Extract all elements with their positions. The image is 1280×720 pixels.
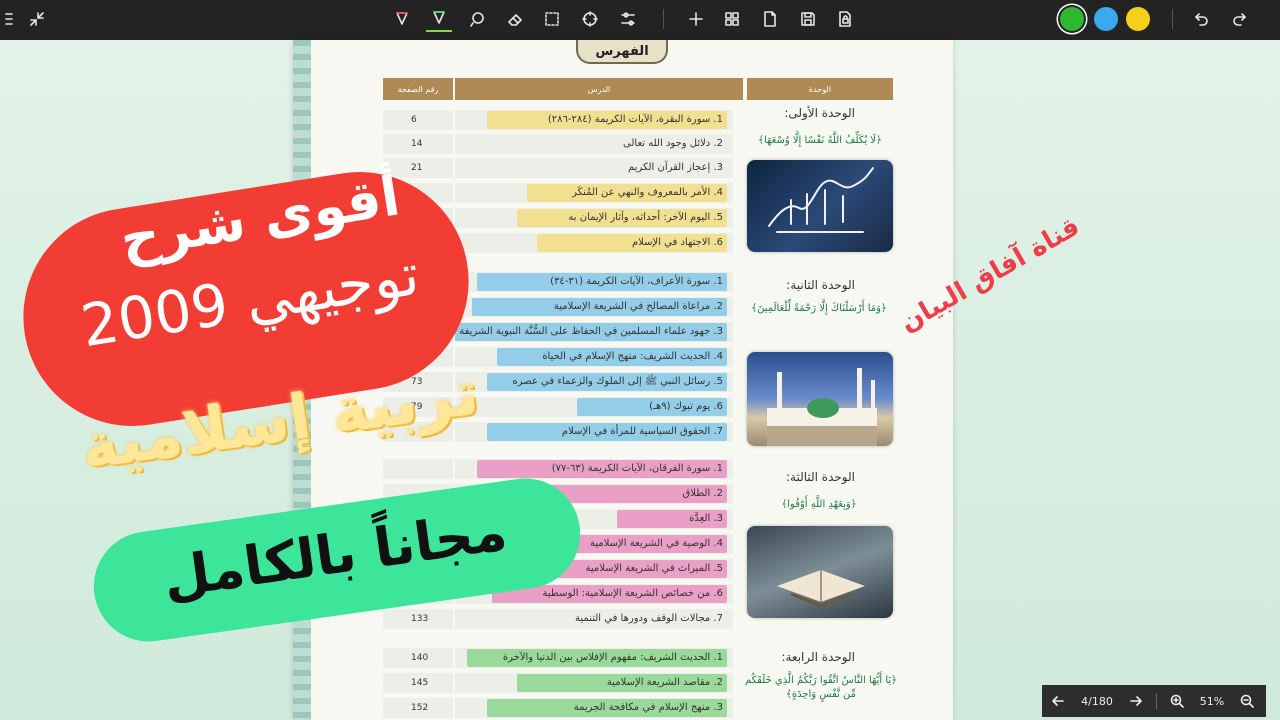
row-lesson-title: 5. اليوم الآخر: أحداثه، وآثار الإيمان به [455,208,733,228]
unit-2-verse: ﴿وَمَا أَرْسَلْنَاكَ إِلَّا رَحْمَةً لِّ… [751,303,887,314]
adjust-icon[interactable] [615,6,641,32]
zoom-out-icon[interactable] [1234,685,1260,717]
row-page-number: 14 [383,134,453,154]
row-lesson-title: 7. الحقوق السياسية للمرأة في الإسلام [455,422,733,442]
annotation-toolbar [0,0,1280,40]
row-lesson-title: 4. الأمر بالمعروف والنهي عن المُنكَر [455,183,733,203]
unit-1-title: الوحدة الأولى: [784,106,855,120]
eraser-icon[interactable] [502,6,528,32]
select-icon[interactable] [539,6,565,32]
undo-icon[interactable] [1189,6,1215,32]
row-page-number: 145 [383,673,453,693]
page-icon[interactable] [757,6,783,32]
color-green-swatch[interactable] [1060,7,1084,31]
unit-1-verse: ﴿لَا يُكَلِّفُ اللَّهُ نَفْسًا إِلَّا وُ… [758,135,882,146]
row-lesson-title: 3. إعجاز القرآن الكريم [455,158,733,178]
save-icon[interactable] [795,6,821,32]
menu-icon[interactable] [0,6,26,32]
unit-2-image [747,352,893,446]
row-page-number: 152 [383,698,453,718]
row-lesson-title: 3. منهج الإسلام في مكافحة الجريمة [455,698,733,718]
move-icon[interactable] [577,6,603,32]
exit-fullscreen-icon[interactable] [24,6,50,32]
unit-3-verse: ﴿وَبِعَهْدِ اللَّهِ أَوْفُوا﴾ [781,499,857,510]
row-lesson-title: 1. الحديث الشريف: مفهوم الإفلاس بين الدن… [455,648,733,668]
index-title: الفهرس [576,40,668,64]
unit-3-image [747,526,893,618]
color-yellow-swatch[interactable] [1126,7,1150,31]
pen-icon[interactable] [389,6,415,32]
color-blue-swatch[interactable] [1094,7,1118,31]
lock-icon[interactable] [832,6,858,32]
unit-4-verse: ﴿يَا أَيُّهَا النَّاسُ اتَّقُوا رَبَّكُم… [744,675,898,700]
row-lesson-title: 2. دلائل وجود الله تعالى [455,134,733,154]
previous-page-button[interactable] [1044,685,1072,717]
page-navigation-bar: 4/180 51% [1042,685,1266,717]
header-lesson: الدرس [455,78,743,100]
header-unit: الوحدة [747,78,893,100]
row-lesson-title: 6. الاجتهاد في الإسلام [455,233,733,253]
row-page-number: 133 [383,609,453,629]
zoom-in-icon[interactable] [1164,685,1190,717]
row-lesson-title: 1. سورة الفرقان، الآيات الكريمة (٦٣-٧٧) [455,459,733,479]
unit-3-title: الوحدة الثالثة: [785,470,855,484]
zoom-level: 51% [1199,694,1225,708]
row-page-number: 6 [383,110,453,130]
page-indicator[interactable]: 4/180 [1072,685,1122,717]
unit-2-title: الوحدة الثانية: [786,278,855,292]
add-icon[interactable] [683,6,709,32]
header-page-number: رقم الصفحة [383,78,453,100]
grid-icon[interactable] [719,6,745,32]
row-lesson-title: 1. سورة الأعراف، الآيات الكريمة (٣١-٣٤) [455,272,733,292]
row-lesson-title: 2. مراعاة المصالح في الشريعة الإسلامية [455,297,733,317]
lasso-icon[interactable] [464,6,490,32]
row-lesson-title: 7. مجالات الوقف ودورها في التنمية [455,609,733,629]
row-page-number: 140 [383,648,453,668]
row-page-number [383,459,453,479]
unit-1-image [747,160,893,252]
next-page-button[interactable] [1122,685,1150,717]
row-lesson-title: 3. جهود علماء المسلمين في الحفاظ على الس… [455,322,733,342]
redo-icon[interactable] [1226,6,1252,32]
unit-4-title: الوحدة الرابعة: [781,650,855,664]
row-lesson-title: 2. مقاصد الشريعة الإسلامية [455,673,733,693]
row-lesson-title: 1. سورة البقرة، الآيات الكريمة (٢٨٤-٢٨٦) [455,110,733,130]
highlighter-icon[interactable] [426,6,452,32]
